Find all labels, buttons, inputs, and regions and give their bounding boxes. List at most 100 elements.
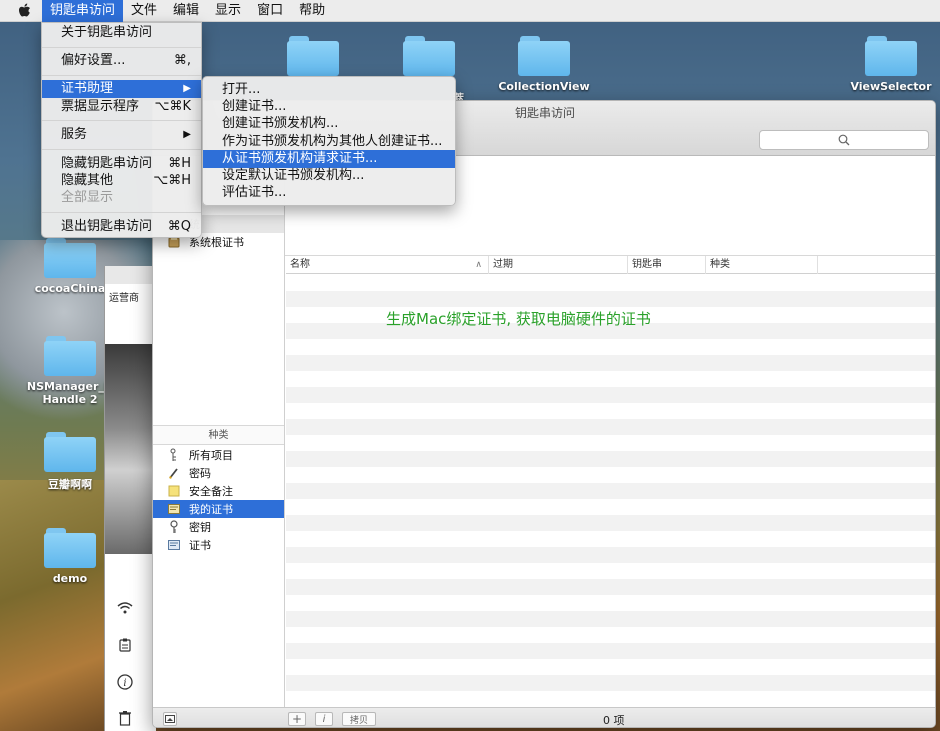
certificate-assistant-submenu: 打开... 创建证书... 创建证书颁发机构... 作为证书颁发机构为其他人创建…	[202, 76, 456, 206]
get-info-button[interactable]: i	[315, 712, 333, 726]
sidebar-category-passwords[interactable]: 密码	[153, 464, 284, 482]
menu-item-quit[interactable]: 退出钥匙串访问 ⌘Q	[42, 218, 201, 236]
password-icon	[167, 466, 181, 480]
menu-keychain-access[interactable]: 钥匙串访问	[42, 0, 124, 22]
submenu-item-create-for-others[interactable]: 作为证书颁发机构为其他人创建证书...	[203, 133, 455, 151]
submenu-arrow-icon: ▶	[183, 83, 191, 94]
folder-icon	[403, 36, 455, 76]
menu-separator	[42, 212, 201, 213]
trash-icon[interactable]	[115, 708, 135, 728]
menu-item-show-all: 全部显示	[61, 190, 114, 205]
sidebar-item-label: 我的证书	[189, 503, 233, 516]
menu-item-hide-others[interactable]: 隐藏其他 ⌥⌘H	[42, 172, 201, 190]
toggle-sidebar-button[interactable]	[163, 712, 177, 726]
sidebar-category-all-items[interactable]: 所有项目	[153, 446, 284, 464]
submenu-item-request-from-ca[interactable]: 从证书颁发机构请求证书...	[203, 150, 455, 168]
folder-icon	[518, 36, 570, 76]
sidebar-category-secure-notes[interactable]: 安全备注	[153, 482, 284, 500]
submenu-arrow-icon: ▶	[183, 129, 191, 140]
annotation-text: 生成Mac绑定证书, 获取电脑硬件的证书	[386, 310, 651, 328]
sidebar-category-my-certificates[interactable]: 我的证书	[153, 500, 284, 518]
desktop-folder-collectionview[interactable]: CollectionView	[494, 36, 594, 93]
menu-separator	[42, 149, 201, 150]
key-icon	[167, 520, 181, 534]
simulator-photo	[105, 344, 156, 554]
folder-icon	[44, 432, 96, 472]
desktop-folder[interactable]: 茺	[379, 36, 479, 105]
simulator-window[interactable]: 运营商 i	[104, 266, 156, 731]
bottom-toolbar: + i 拷贝 0 项	[153, 707, 935, 727]
desktop-folder-label: cocoaChina	[34, 282, 106, 295]
menu-separator	[42, 75, 201, 76]
desktop-folder[interactable]	[263, 36, 363, 80]
info-icon[interactable]: i	[115, 672, 135, 692]
desktop-folder-label: CollectionView	[498, 80, 590, 93]
sidebar-item-label: 所有项目	[189, 449, 233, 462]
menu-file[interactable]: 文件	[123, 0, 165, 22]
folder-icon	[44, 238, 96, 278]
sidebar-category-certificates[interactable]: 证书	[153, 536, 284, 554]
sidebar-item-label: 密钥	[189, 521, 211, 534]
column-header-kind[interactable]: 种类	[706, 256, 818, 274]
sidebar-item-label: 密码	[189, 467, 211, 480]
column-header-keychain[interactable]: 钥匙串	[628, 256, 706, 274]
menu-item-services[interactable]: 服务 ▶	[42, 126, 201, 144]
sidebar-category-keys[interactable]: 密钥	[153, 518, 284, 536]
info-icon: i	[322, 713, 326, 725]
desktop-folder-viewselector[interactable]: ViewSelector	[841, 36, 940, 93]
submenu-item-create-certificate[interactable]: 创建证书...	[203, 98, 455, 116]
my-certificate-icon	[167, 502, 181, 516]
search-icon	[838, 134, 850, 146]
column-header-expires[interactable]: 过期	[489, 256, 628, 274]
menu-item-preferences[interactable]: 偏好设置... ⌘,	[42, 52, 201, 70]
folder-icon	[865, 36, 917, 76]
category-header: 种类	[153, 425, 284, 445]
submenu-item-evaluate[interactable]: 评估证书...	[203, 184, 455, 202]
app-menu: 关于钥匙串访问 偏好设置... ⌘, 证书助理 ▶ 票据显示程序 ⌥⌘K 服务 ▶ 隐藏…	[41, 22, 202, 238]
desktop-folder-label: ViewSelector	[850, 80, 932, 93]
items-table[interactable]: 名称 ∧ 过期 钥匙串 种类 生成Mac绑定证书, 获取电脑硬件的证书	[286, 256, 935, 707]
simulator-titlebar	[105, 266, 156, 284]
sidebar: 统 系统根证书 种类 所有项目 密码 安全备注 我的证书 密钥 证	[153, 157, 285, 707]
clipboard-icon[interactable]	[115, 635, 135, 655]
table-rows	[286, 275, 935, 707]
desktop-folder-label: NSManager_N	[26, 380, 114, 393]
sidebar-toggle-icon	[165, 715, 175, 723]
search-field[interactable]	[759, 130, 929, 150]
submenu-item-create-ca[interactable]: 创建证书颁发机构...	[203, 115, 455, 133]
menu-help[interactable]: 帮助	[291, 0, 333, 22]
menu-item-hide-app[interactable]: 隐藏钥匙串访问 ⌘H	[42, 155, 201, 173]
add-item-button[interactable]: +	[288, 712, 306, 726]
desktop-folder-label-line2: Handle 2	[42, 393, 98, 406]
submenu-item-open[interactable]: 打开...	[203, 81, 455, 99]
wifi-icon[interactable]	[115, 598, 135, 618]
apple-logo-icon[interactable]	[14, 3, 34, 19]
certificate-icon	[167, 538, 181, 552]
plus-icon: +	[291, 712, 303, 726]
item-count: 0 项	[603, 714, 625, 727]
desktop-folder-label: 豆瓣啊啊	[48, 478, 92, 491]
carrier-label: 运营商	[109, 293, 139, 304]
menu-item-certificate-assistant[interactable]: 证书助理 ▶	[42, 80, 201, 98]
sidebar-item-label: 安全备注	[189, 485, 233, 498]
menu-item-ticket-viewer[interactable]: 票据显示程序 ⌥⌘K	[42, 98, 201, 116]
menu-bar: 钥匙串访问 文件 编辑 显示 窗口 帮助	[0, 0, 940, 22]
menu-view[interactable]: 显示	[207, 0, 249, 22]
column-header-name[interactable]: 名称 ∧	[286, 256, 489, 274]
menu-item-about[interactable]: 关于钥匙串访问	[42, 24, 201, 42]
menu-window[interactable]: 窗口	[249, 0, 291, 22]
sort-up-icon: ∧	[475, 260, 482, 270]
secure-note-icon	[167, 484, 181, 498]
copy-button[interactable]: 拷贝	[342, 712, 376, 726]
folder-icon	[287, 36, 339, 76]
svg-text:i: i	[123, 678, 126, 689]
desktop-folder-label: demo	[52, 572, 88, 585]
table-header: 名称 ∧ 过期 钥匙串 种类	[286, 256, 935, 274]
folder-icon	[44, 336, 96, 376]
menu-edit[interactable]: 编辑	[165, 0, 207, 22]
menu-separator	[42, 120, 201, 121]
sidebar-item-label: 证书	[189, 539, 211, 552]
menu-separator	[42, 47, 201, 48]
all-items-icon	[167, 448, 181, 462]
submenu-item-set-default-ca[interactable]: 设定默认证书颁发机构...	[203, 167, 455, 185]
